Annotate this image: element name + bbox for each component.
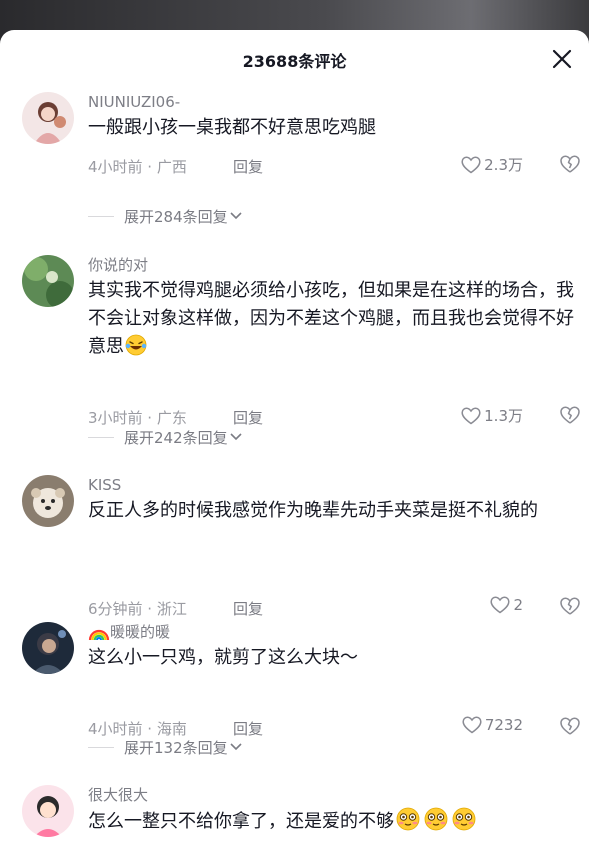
comment-username[interactable]: 你说的对 bbox=[88, 255, 578, 275]
comment-time-location: 6分钟前 · 浙江 bbox=[88, 600, 187, 618]
like-button[interactable]: 2 bbox=[490, 596, 523, 614]
like-count: 7232 bbox=[484, 716, 523, 734]
expand-replies-button[interactable]: 展开242条回复 bbox=[88, 426, 244, 448]
like-count: 1.3万 bbox=[484, 407, 523, 425]
expand-replies-label: 展开132条回复 bbox=[124, 738, 228, 757]
avatar[interactable] bbox=[22, 475, 74, 527]
like-button[interactable]: 7232 bbox=[462, 716, 523, 734]
comment-time-location: 4小时前 · 广西 bbox=[88, 158, 187, 176]
heart-outline-icon bbox=[461, 407, 481, 424]
divider bbox=[88, 436, 114, 438]
comment-text: 其实我不觉得鸡腿必须给小孩吃，但如果是在这样的场合，我不会让对象这样做，因为不差… bbox=[88, 277, 576, 365]
comment-count-title: 23688条评论 bbox=[242, 52, 347, 71]
reply-button[interactable]: 回复 bbox=[233, 407, 263, 428]
comment-meta: 6分钟前 · 浙江 回复 2 bbox=[88, 596, 583, 620]
expand-replies-label: 展开284条回复 bbox=[124, 207, 228, 226]
comment-body: NIUNIUZI06- 一般跟小孩一桌我都不好意思吃鸡腿 bbox=[88, 92, 578, 142]
comment-text: 怎么一整只不给你拿了，还是爱的不够 bbox=[88, 807, 576, 840]
blushing-emoji-icon bbox=[422, 807, 450, 840]
comment-text: 一般跟小孩一桌我都不好意思吃鸡腿 bbox=[88, 117, 376, 138]
avatar[interactable] bbox=[22, 622, 74, 674]
comment-meta: 4小时前 · 广西 回复 2.3万 bbox=[88, 154, 583, 178]
comment-text-content: 其实我不觉得鸡腿必须给小孩吃，但如果是在这样的场合，我不会让对象这样做，因为不差… bbox=[88, 280, 574, 357]
comment-body: 暖暖的暖 这么小一只鸡，就剪了这么大块～ bbox=[88, 622, 578, 672]
like-button[interactable]: 1.3万 bbox=[461, 405, 523, 426]
comment-username[interactable]: 很大很大 bbox=[88, 785, 578, 805]
broken-heart-icon[interactable] bbox=[559, 716, 581, 736]
like-button[interactable]: 2.3万 bbox=[461, 154, 523, 175]
comment-sheet: 23688条评论 NIUNIUZI06- 一般跟小孩一桌我都不好意思吃鸡腿 4小… bbox=[0, 30, 589, 853]
avatar[interactable] bbox=[22, 785, 74, 837]
divider bbox=[88, 746, 114, 748]
expand-replies-button[interactable]: 展开132条回复 bbox=[88, 736, 244, 758]
close-icon[interactable] bbox=[549, 46, 575, 72]
comment-username-row[interactable]: 暖暖的暖 bbox=[88, 622, 578, 642]
rainbow-emoji-icon bbox=[88, 625, 110, 646]
like-count: 2 bbox=[513, 596, 523, 614]
chevron-down-icon bbox=[230, 433, 242, 441]
comment-username[interactable]: KISS bbox=[88, 475, 578, 495]
chevron-down-icon bbox=[230, 212, 242, 220]
comment-text-content: 怎么一整只不给你拿了，还是爱的不够 bbox=[88, 811, 394, 832]
reply-button[interactable]: 回复 bbox=[233, 598, 263, 619]
avatar[interactable] bbox=[22, 255, 74, 307]
broken-heart-icon[interactable] bbox=[559, 154, 581, 174]
comment-body: 你说的对 其实我不觉得鸡腿必须给小孩吃，但如果是在这样的场合，我不会让对象这样做… bbox=[88, 255, 578, 365]
comment-username[interactable]: NIUNIUZI06- bbox=[88, 92, 578, 112]
blushing-emoji-icon bbox=[450, 807, 478, 840]
comment-header: 23688条评论 bbox=[0, 30, 589, 90]
heart-outline-icon bbox=[462, 716, 482, 734]
blushing-emoji-icon bbox=[394, 807, 422, 840]
chevron-down-icon bbox=[230, 743, 242, 751]
laughing-tears-emoji-icon bbox=[124, 334, 148, 365]
expand-replies-label: 展开242条回复 bbox=[124, 428, 228, 447]
comment-text: 这么小一只鸡，就剪了这么大块～ bbox=[88, 647, 358, 668]
comment-body: 很大很大 怎么一整只不给你拿了，还是爱的不够 bbox=[88, 785, 578, 840]
reply-button[interactable]: 回复 bbox=[233, 156, 263, 177]
expand-replies-button[interactable]: 展开284条回复 bbox=[88, 205, 244, 227]
comment-time-location: 3小时前 · 广东 bbox=[88, 409, 187, 427]
avatar[interactable] bbox=[22, 92, 74, 144]
broken-heart-icon[interactable] bbox=[559, 596, 581, 616]
heart-outline-icon bbox=[461, 156, 481, 173]
broken-heart-icon[interactable] bbox=[559, 405, 581, 425]
comment-text: 反正人多的时候我感觉作为晚辈先动手夹菜是挺不礼貌的 bbox=[88, 500, 538, 521]
like-count: 2.3万 bbox=[484, 156, 523, 174]
comment-username: 暖暖的暖 bbox=[110, 623, 171, 641]
comment-body: KISS 反正人多的时候我感觉作为晚辈先动手夹菜是挺不礼貌的 bbox=[88, 475, 578, 525]
divider bbox=[88, 215, 114, 217]
heart-outline-icon bbox=[490, 596, 511, 614]
